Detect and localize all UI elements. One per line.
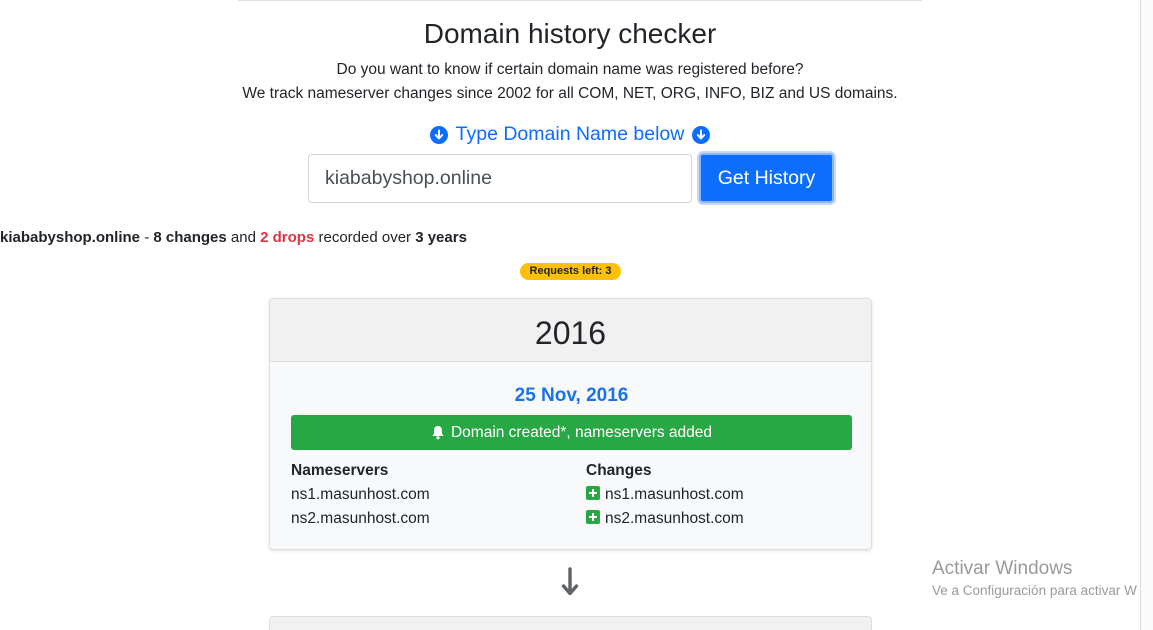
domain-search-input[interactable] [308,154,692,203]
change-item-label: ns2.masunhost.com [605,510,744,527]
change-item: ns1.masunhost.com [586,486,744,504]
nameservers-heading: Nameservers [291,462,389,479]
history-summary: kiababyshop.online - 8 changes and 2 dro… [0,229,1140,246]
arrow-down-icon [561,567,579,596]
summary-changes: 8 changes [153,229,227,246]
arrow-circle-down-icon [429,125,448,144]
summary-years: 3 years [415,229,467,246]
year-card-2016: 2016 25 Nov, 2016 Domain created*, names… [269,298,872,550]
event-label: Domain created*, nameservers added [450,423,713,441]
entry-date: 25 Nov, 2016 [514,385,629,406]
change-item-label: ns1.masunhost.com [605,486,744,503]
subtitle-line-1: Do you want to know if certain domain na… [336,61,804,78]
year-card-next [269,616,872,630]
summary-recorded: recorded over [314,229,416,246]
requests-left-badge: Requests left: 3 [520,263,621,280]
nameserver-item: ns2.masunhost.com [291,510,430,527]
event-alert: Domain created*, nameservers added [291,415,852,450]
type-domain-hint-label: Type Domain Name below [455,123,685,145]
get-history-button[interactable]: Get History [699,153,834,203]
top-divider [238,0,922,1]
windows-activation-title: Activar Windows [932,558,1073,579]
changes-heading: Changes [586,462,652,479]
bell-icon [432,426,444,440]
summary-drops: 2 drops [260,229,315,246]
type-domain-hint: Type Domain Name below [0,123,1140,146]
plus-square-icon [586,510,600,524]
summary-and: and [226,229,261,246]
change-item: ns2.masunhost.com [586,510,744,528]
plus-square-icon [586,486,600,500]
arrow-circle-down-icon [692,125,711,144]
windows-activation-subtitle: Ve a Configuración para activar W [932,583,1137,598]
scrollbar[interactable] [1141,0,1153,630]
summary-domain: kiababyshop.online [0,229,141,246]
subtitle-line-2: We track nameserver changes since 2002 f… [242,85,898,102]
nameserver-item: ns1.masunhost.com [291,486,430,503]
year-header: 2016 [270,299,871,362]
summary-sep: - [140,229,154,246]
page-title: Domain history checker [423,18,717,49]
